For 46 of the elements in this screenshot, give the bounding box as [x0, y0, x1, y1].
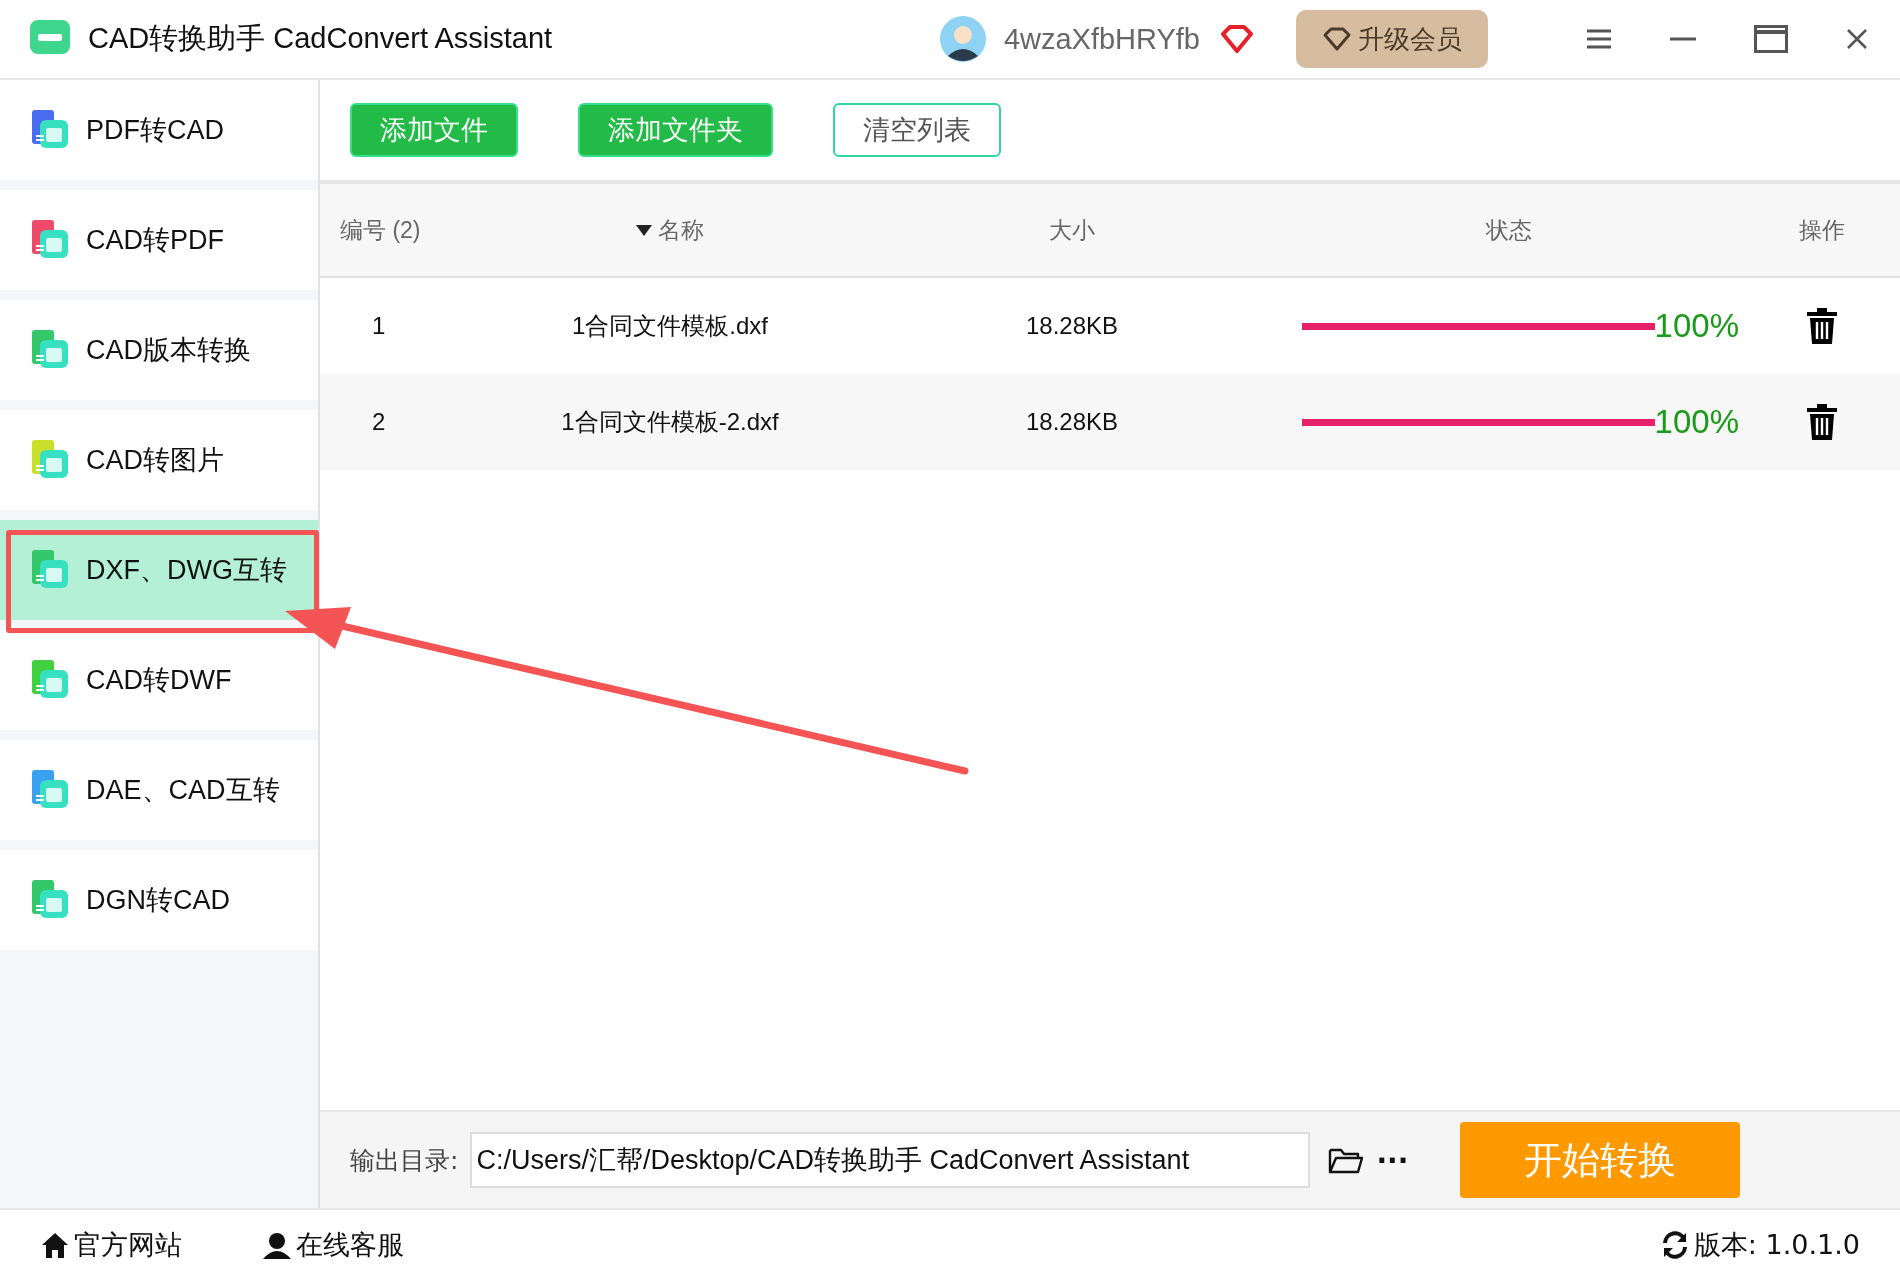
column-header[interactable]: 编号 (2)	[320, 214, 470, 246]
sidebar-item[interactable]: CAD转图片	[0, 410, 318, 510]
column-header: 状态	[1485, 215, 1533, 245]
username: 4wzaXfbHRYfb	[1003, 22, 1200, 56]
sidebar-item[interactable]: DXF、DWG互转	[0, 520, 318, 620]
progress-percent: 100%	[1654, 403, 1740, 441]
table-cell-text: 18.28KB	[1024, 312, 1120, 340]
column-header[interactable]: 名称	[470, 214, 870, 246]
more-button[interactable]: ···	[1376, 1143, 1409, 1177]
support-link[interactable]: 在线客服	[262, 1227, 404, 1263]
upgrade-button[interactable]: 升级会员	[1296, 10, 1488, 68]
table-row[interactable]: 1 1合同文件模板.dxf 18.28KB 100%	[320, 278, 1900, 374]
output-path-field[interactable]: C:/Users/汇帮/Desktop/CAD转换助手 CadConvert Assistant	[470, 1132, 1311, 1188]
toolbar-button[interactable]: 清空列表	[833, 103, 1001, 157]
table-row[interactable]: 2 1合同文件模板-2.dxf 18.28KB 100%	[320, 374, 1900, 470]
sidebar-item[interactable]: DGN转CAD	[0, 850, 318, 950]
sort-icon	[636, 224, 652, 236]
trash-icon[interactable]	[1807, 404, 1837, 440]
sidebar-item[interactable]: DAE、CAD互转	[0, 740, 318, 840]
table-cell-text: 2	[371, 408, 387, 436]
maximize-icon[interactable]	[1754, 25, 1788, 53]
table-cell-text: 1合同文件模板-2.dxf	[560, 407, 780, 437]
sidebar-item[interactable]: PDF转CAD	[0, 80, 318, 180]
diamond-icon	[1220, 24, 1254, 54]
minimize-icon[interactable]	[1670, 37, 1696, 41]
window-title: CAD转换助手 CadConvert Assistant	[88, 21, 553, 56]
output-label: 输出目录:	[350, 1144, 459, 1177]
version-label: 版本: 1.0.1.0	[1659, 1227, 1860, 1263]
table-cell-text: 18.28KB	[1024, 408, 1120, 436]
table-cell-text: 1	[371, 312, 387, 340]
website-link[interactable]: 官方网站	[40, 1227, 182, 1263]
menu-icon[interactable]	[1586, 28, 1612, 50]
sidebar-item[interactable]: CAD转DWF	[0, 630, 318, 730]
column-header: 大小	[1048, 215, 1096, 245]
avatar-icon	[939, 16, 986, 62]
folder-icon[interactable]	[1328, 1146, 1365, 1174]
sidebar-item[interactable]: CAD转PDF	[0, 190, 318, 290]
trash-icon[interactable]	[1807, 308, 1837, 344]
column-header: 操作	[1798, 215, 1846, 245]
progress-percent: 100%	[1654, 307, 1740, 345]
table-cell-text: 1合同文件模板.dxf	[571, 311, 769, 341]
diamond-icon	[1322, 26, 1352, 52]
home-icon	[40, 1231, 70, 1259]
sidebar-item[interactable]: CAD版本转换	[0, 300, 318, 400]
person-icon	[262, 1231, 292, 1259]
close-icon[interactable]	[1846, 28, 1868, 50]
